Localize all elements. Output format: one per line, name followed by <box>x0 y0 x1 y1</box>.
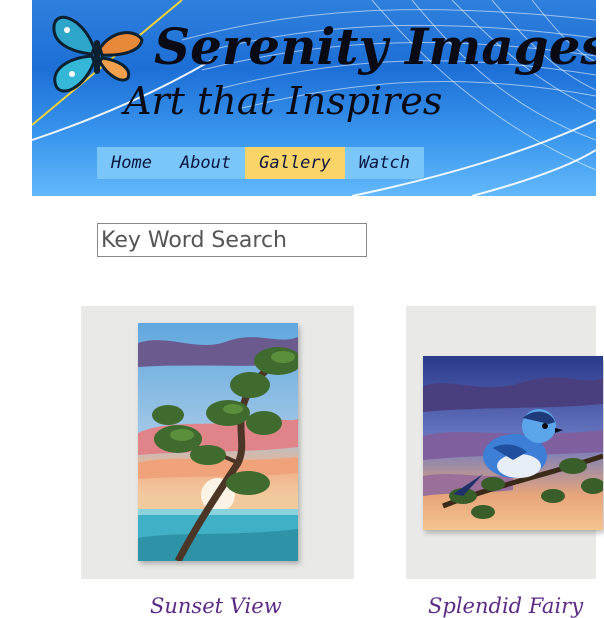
site-title: Serenity Images <box>154 17 596 76</box>
site-tagline: Art that Inspires <box>124 79 443 123</box>
gallery-caption-splendid-fairy[interactable]: Splendid Fairy <box>428 596 583 617</box>
nav-item-gallery[interactable]: Gallery <box>245 147 345 179</box>
header-banner: Serenity Images Art that Inspires Home A… <box>32 0 596 196</box>
gallery-item-splendid-fairy[interactable] <box>406 306 603 579</box>
gallery-caption-sunset-view[interactable]: Sunset View <box>150 596 282 617</box>
gallery-item-sunset-view[interactable] <box>81 306 354 579</box>
search-input[interactable] <box>97 223 367 257</box>
nav-item-home[interactable]: Home <box>97 147 166 179</box>
main-nav: Home About Gallery Watch <box>97 147 424 179</box>
splendid-fairy-painting <box>423 356 603 530</box>
nav-item-about[interactable]: About <box>166 147 245 179</box>
nav-item-watch[interactable]: Watch <box>345 147 424 179</box>
sunset-view-painting <box>138 323 298 561</box>
